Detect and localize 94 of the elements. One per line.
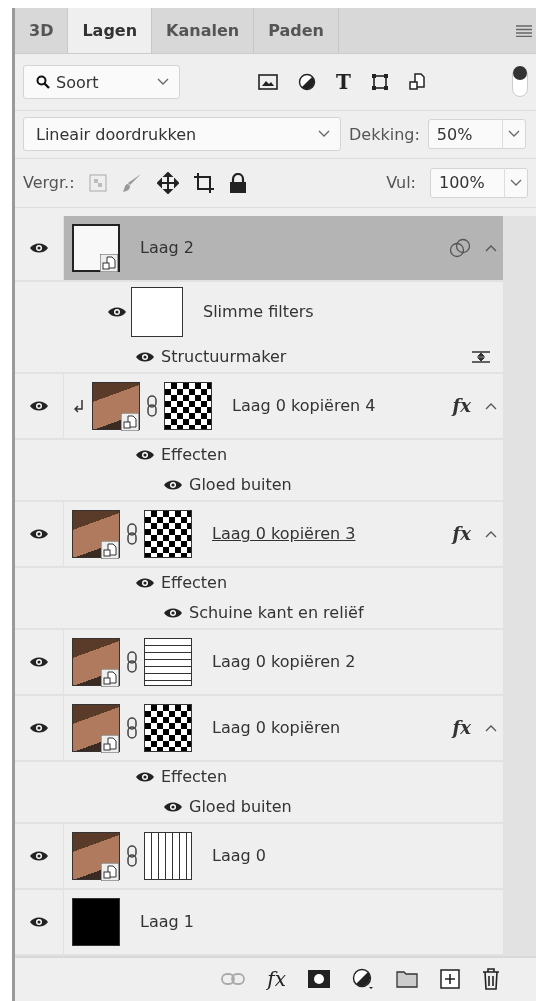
layer-mask-thumbnail xyxy=(144,831,192,880)
chevron-down-icon xyxy=(318,130,330,139)
chevron-down-icon xyxy=(157,78,169,87)
shape-filter-icon[interactable] xyxy=(370,73,389,92)
smart-object-icon xyxy=(101,734,119,753)
layer-mask-thumbnail xyxy=(164,381,212,430)
panel-tab[interactable]: Paden xyxy=(254,8,339,54)
eye-icon[interactable] xyxy=(135,770,155,783)
eye-icon[interactable] xyxy=(135,576,155,589)
eye-icon[interactable] xyxy=(163,478,183,491)
eye-icon[interactable] xyxy=(135,448,155,461)
scrollbar-track[interactable] xyxy=(503,215,536,956)
layer-mask-thumbnail xyxy=(144,637,192,686)
lock-icon[interactable] xyxy=(228,172,247,193)
filter-toggle[interactable] xyxy=(512,67,528,98)
layer-name[interactable]: Laag 0 kopiëren xyxy=(212,718,341,738)
effect-name[interactable]: Gloed buiten xyxy=(189,797,292,817)
effects-label[interactable]: Effecten xyxy=(161,445,228,465)
layer-thumbnail xyxy=(72,897,120,946)
opacity-field[interactable]: 50% xyxy=(427,119,526,150)
eye-icon[interactable] xyxy=(29,655,49,668)
link-icon xyxy=(126,844,138,867)
fill-label: Vul: xyxy=(386,173,416,193)
effect-name[interactable]: Gloed buiten xyxy=(189,475,292,495)
opacity-label: Dekking: xyxy=(349,124,420,144)
effects-indicator: fx xyxy=(452,717,471,739)
eye-icon[interactable] xyxy=(135,350,155,363)
panel-tab[interactable]: Kanalen xyxy=(152,8,255,54)
layer-mask-icon[interactable] xyxy=(308,970,330,989)
effects-label[interactable]: Effecten xyxy=(161,767,228,787)
effect-name[interactable]: Schuine kant en reliëf xyxy=(189,603,364,623)
layer-row[interactable]: Laag 0 kopiëren 3 fx xyxy=(15,501,503,568)
layer-mask-thumbnail xyxy=(144,703,192,752)
eye-icon[interactable] xyxy=(29,399,49,412)
smart-object-filter-icon[interactable] xyxy=(408,73,425,92)
link-icon xyxy=(126,650,138,673)
link-icon xyxy=(146,394,158,417)
smart-object-icon xyxy=(121,412,139,431)
add-layer-style-button[interactable]: fx xyxy=(267,967,286,992)
folder-icon[interactable] xyxy=(396,970,418,989)
blend-mode-dropdown[interactable]: Lineair doordrukken xyxy=(23,117,341,152)
crop-icon[interactable] xyxy=(192,171,215,194)
eye-icon[interactable] xyxy=(163,606,183,619)
effects-label[interactable]: Effecten xyxy=(161,573,228,593)
layer-row[interactable]: Laag 0 xyxy=(15,823,503,890)
link-icon xyxy=(126,716,138,739)
adjustment-filter-icon[interactable] xyxy=(298,73,316,92)
smart-object-icon xyxy=(101,540,119,559)
search-icon xyxy=(36,75,50,90)
smart-object-icon xyxy=(100,253,118,272)
blend-mode-value: Lineair doordrukken xyxy=(36,124,198,144)
layer-mask-thumbnail xyxy=(144,509,192,558)
effects-indicator: fx xyxy=(452,395,471,417)
caret-up-icon[interactable] xyxy=(485,723,497,732)
filter-kind-dropdown[interactable]: Soort xyxy=(23,65,180,100)
caret-up-icon[interactable] xyxy=(485,243,497,252)
smart-object-icon xyxy=(101,668,119,687)
effect-name[interactable]: Structuurmaker xyxy=(161,347,287,367)
eye-icon[interactable] xyxy=(29,915,49,928)
eye-icon[interactable] xyxy=(29,721,49,734)
image-filter-icon[interactable] xyxy=(258,74,278,91)
caret-up-icon[interactable] xyxy=(485,529,497,538)
layer-name[interactable]: Laag 0 kopiëren 2 xyxy=(212,652,356,672)
type-filter-icon[interactable]: T xyxy=(336,70,351,95)
fill-field[interactable]: 100% xyxy=(430,167,528,198)
caret-up-icon[interactable] xyxy=(485,401,497,410)
layer-name[interactable]: Laag 0 kopiëren 3 xyxy=(212,524,356,544)
smart-object-icon xyxy=(101,862,119,881)
smart-filters-label[interactable]: Slimme filters xyxy=(203,302,314,322)
layer-row[interactable]: Laag 0 kopiëren fx xyxy=(15,695,503,762)
new-layer-icon[interactable] xyxy=(440,969,460,990)
panel-tab[interactable]: Lagen xyxy=(68,8,153,54)
eye-icon[interactable] xyxy=(163,800,183,813)
eye-icon[interactable] xyxy=(29,849,49,862)
eye-icon[interactable] xyxy=(29,241,49,254)
filter-kind-value: Soort xyxy=(56,72,100,92)
layer-name[interactable]: Laag 0 kopiëren 4 xyxy=(232,396,376,416)
effects-indicator: fx xyxy=(452,523,471,545)
layer-name[interactable]: Laag 0 xyxy=(212,846,266,866)
layer-name[interactable]: Laag 1 xyxy=(140,912,194,932)
move-icon[interactable] xyxy=(156,171,179,194)
layer-row[interactable]: Laag 0 kopiëren 4 fx xyxy=(15,373,503,440)
eye-icon[interactable] xyxy=(29,527,49,540)
filter-mask-thumbnail xyxy=(131,286,183,337)
eye-icon[interactable] xyxy=(107,305,127,318)
layer-row[interactable]: Laag 0 kopiëren 2 xyxy=(15,629,503,696)
adjustment-layer-icon[interactable] xyxy=(352,968,374,991)
filter-options-icon[interactable] xyxy=(471,349,491,364)
link-icon xyxy=(126,522,138,545)
layer-row[interactable]: Laag 1 xyxy=(15,889,503,956)
trash-icon[interactable] xyxy=(482,968,500,991)
lock-label: Vergr.: xyxy=(23,173,75,193)
menu-icon[interactable] xyxy=(516,24,532,37)
layer-name[interactable]: Laag 2 xyxy=(140,238,194,258)
